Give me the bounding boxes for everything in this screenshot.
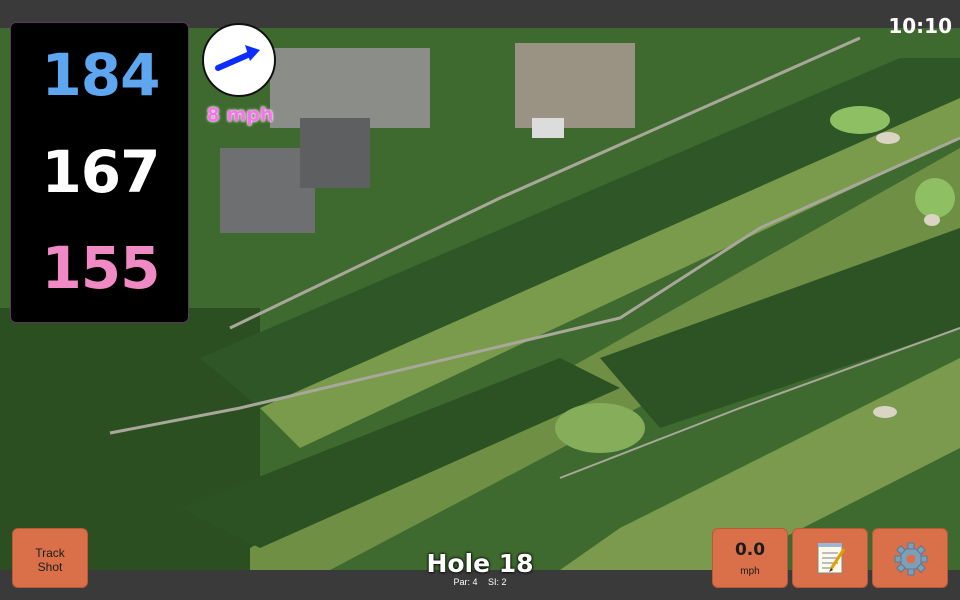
scorecard-notes-button[interactable] xyxy=(792,528,868,588)
wind-speed-label: 8 mph xyxy=(206,104,274,126)
hole-stroke-index: SI: 2 xyxy=(488,577,507,587)
track-shot-button[interactable]: Track Shot xyxy=(12,528,88,588)
wind-arrow-icon xyxy=(215,45,260,71)
hole-par: Par: 4 xyxy=(453,577,478,587)
hole-title: Hole 18 xyxy=(426,549,534,578)
hole-details: Par: 4 SI: 2 xyxy=(380,577,580,587)
speed-value: 0.0 xyxy=(734,540,766,560)
gear-icon xyxy=(894,542,928,576)
status-time: 10:10 xyxy=(888,14,952,38)
notepad-icon xyxy=(817,543,846,574)
distance-back: 184 xyxy=(41,41,160,109)
track-shot-label-line1: Track xyxy=(35,546,65,560)
distance-center: 167 xyxy=(41,138,160,206)
speed-button[interactable]: 0.0 mph xyxy=(712,528,788,588)
distance-front: 155 xyxy=(41,234,160,302)
settings-button[interactable] xyxy=(872,528,948,588)
speed-unit: mph xyxy=(740,566,760,577)
track-shot-label-line2: Shot xyxy=(37,560,63,574)
wind-direction-indicator xyxy=(202,23,276,97)
distance-panel: 184 167 155 xyxy=(10,22,189,323)
